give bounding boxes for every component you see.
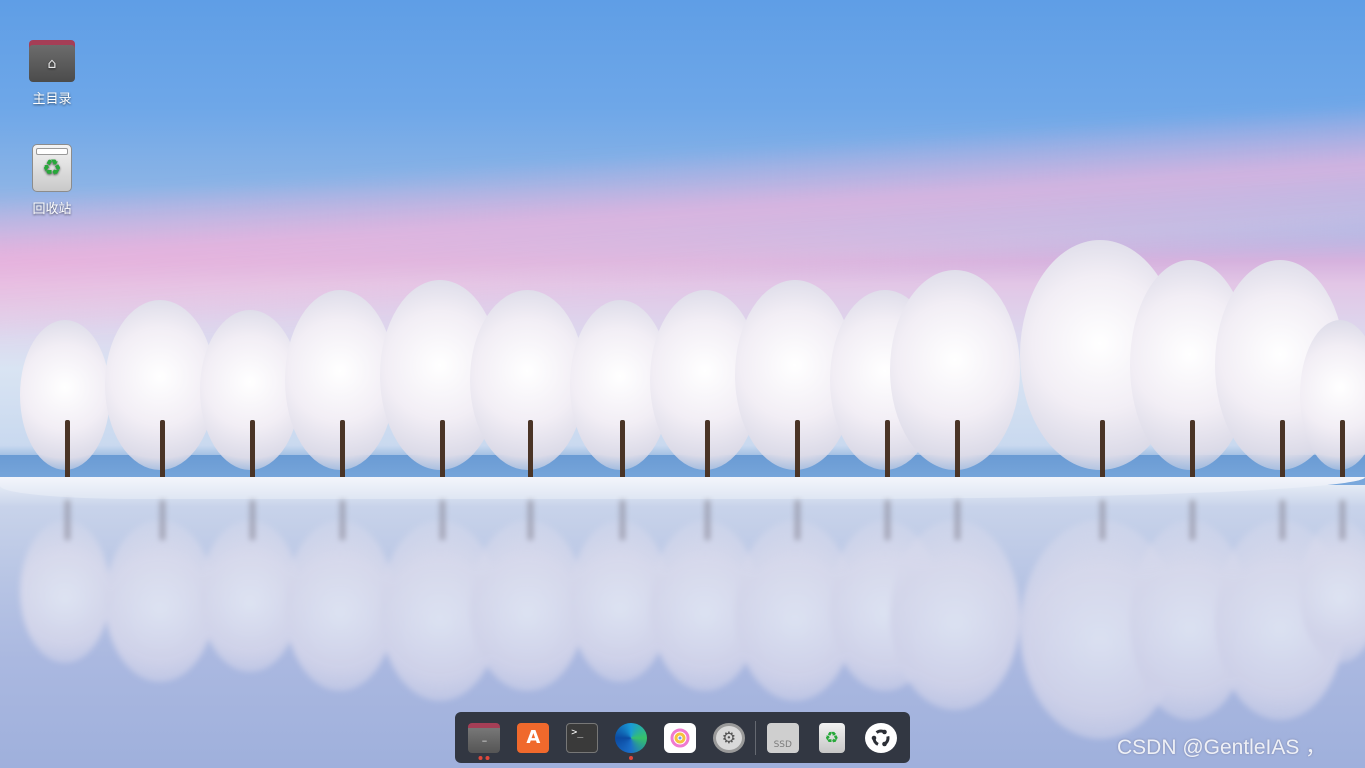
wallpaper-trunk-reflection — [1100, 500, 1105, 540]
wallpaper-trunk — [1280, 420, 1285, 482]
wallpaper-trunk-reflection — [250, 500, 255, 540]
wallpaper-trunk — [795, 420, 800, 482]
wallpaper-trunk — [705, 420, 710, 482]
wallpaper-trunk-reflection — [65, 500, 70, 540]
wallpaper-shore — [0, 477, 1365, 499]
dock-item-terminal[interactable]: >_ — [558, 712, 607, 763]
wallpaper-trunk-reflection — [1280, 500, 1285, 540]
wallpaper-trunk-reflection — [885, 500, 890, 540]
desktop-icon-trash[interactable]: ♻ 回收站 — [12, 144, 92, 217]
dock-item-trash[interactable]: ♻ — [807, 712, 856, 763]
ssd-icon: SSD — [766, 722, 799, 753]
desktop-icon-home-label: 主目录 — [32, 92, 72, 107]
gear-icon: ⚙ — [712, 722, 745, 753]
wallpaper-tree-reflection — [470, 520, 585, 691]
home-folder-icon: ⌂ — [29, 40, 75, 82]
ssd-label: SSD — [773, 739, 792, 750]
wallpaper-trunk-reflection — [527, 500, 533, 540]
wallpaper-trees — [0, 200, 1365, 490]
dock-separator — [755, 720, 757, 755]
dock-item-edge-browser[interactable] — [607, 712, 656, 763]
wallpaper-tree-reflection — [285, 520, 395, 691]
dock-item-software-store[interactable]: A — [509, 712, 558, 763]
wallpaper-trunk — [1100, 420, 1105, 482]
wallpaper-trunk — [1340, 420, 1345, 482]
store-icon: A — [517, 722, 550, 753]
trash-icon: ♻ — [818, 722, 845, 753]
trash-icon: ♻ — [32, 144, 72, 192]
dock-item-paint[interactable] — [656, 712, 705, 763]
wallpaper-trunk — [885, 420, 890, 482]
wallpaper-trunk-reflection — [795, 500, 800, 540]
wallpaper-trunk — [65, 420, 70, 482]
wallpaper-trunk — [440, 420, 445, 482]
dock-item-files[interactable]: – — [460, 712, 509, 763]
desktop-icon-trash-label: 回收站 — [32, 202, 72, 217]
wallpaper-trunk-reflection — [1190, 500, 1195, 540]
files-icon: – — [468, 722, 501, 753]
running-indicator — [629, 756, 634, 760]
terminal-icon: >_ — [566, 722, 599, 753]
wallpaper-tree-reflection — [890, 520, 1020, 710]
wallpaper-trunk-reflection — [620, 500, 625, 540]
wallpaper-trunk — [955, 420, 960, 482]
wallpaper-tree-reflection — [105, 520, 215, 682]
wallpaper-trunk — [527, 420, 533, 482]
wallpaper-tree-reflection — [20, 520, 110, 663]
paint-icon — [664, 722, 696, 753]
dock-item-show-apps[interactable] — [856, 712, 905, 763]
wallpaper-trunk-reflection — [160, 500, 165, 540]
dock-item-settings[interactable]: ⚙ — [704, 712, 753, 763]
ubuntu-icon — [864, 722, 897, 753]
edge-icon — [615, 722, 648, 753]
desktop: ⌂ 主目录 ♻ 回收站 – A >_ ⚙ SSD ♻ CSDN @GentleI… — [0, 0, 1365, 768]
dock-item-ssd-drive[interactable]: SSD — [758, 712, 807, 763]
wallpaper-trunk-reflection — [1340, 500, 1345, 540]
wallpaper-reflection — [0, 500, 1365, 739]
wallpaper-trunk-reflection — [440, 500, 445, 540]
running-indicator — [478, 756, 490, 760]
wallpaper-trunk — [160, 420, 165, 482]
watermark: CSDN @GentleIAS ， — [1117, 736, 1327, 759]
wallpaper-trunk-reflection — [955, 500, 960, 540]
wallpaper-trunk — [340, 420, 345, 482]
wallpaper-trunk-reflection — [340, 500, 345, 540]
wallpaper-trunk-reflection — [705, 500, 710, 540]
dock: – A >_ ⚙ SSD ♻ — [455, 712, 910, 763]
wallpaper-trunk — [620, 420, 625, 482]
wallpaper-trunk — [250, 420, 255, 482]
wallpaper-trunk — [1190, 420, 1195, 482]
desktop-icon-home[interactable]: ⌂ 主目录 — [12, 40, 92, 107]
